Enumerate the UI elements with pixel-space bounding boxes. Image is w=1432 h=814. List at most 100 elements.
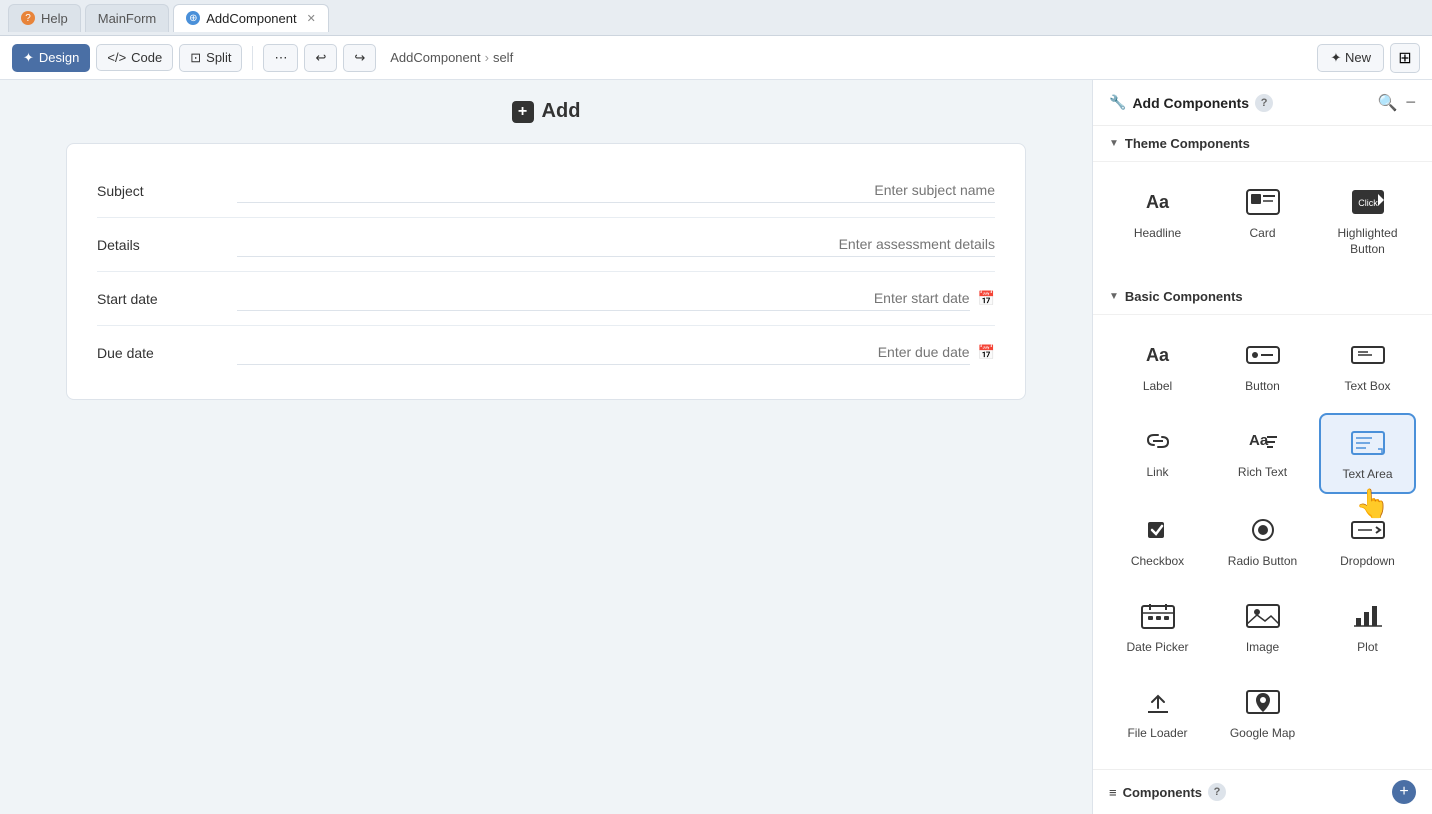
form-input[interactable]	[237, 286, 970, 311]
theme-components-section-header[interactable]: ▼ Theme Components	[1093, 126, 1432, 162]
canvas-title-text: Add	[542, 100, 581, 123]
right-panel: 🔧 Add Components ? 🔍 − ▼ Theme Component…	[1092, 80, 1432, 814]
components-panel-icon: ≡	[1109, 785, 1117, 800]
rich-text-icon: Aa	[1242, 423, 1284, 459]
add-component-button[interactable]: +	[1392, 780, 1416, 804]
form-input[interactable]	[237, 232, 995, 257]
design-button[interactable]: ✦ Design	[12, 44, 90, 72]
image-icon	[1242, 598, 1284, 634]
breadcrumb-path: self	[493, 50, 513, 65]
link-label: Link	[1146, 465, 1168, 481]
component-card[interactable]: Card	[1214, 174, 1311, 267]
design-label: Design	[39, 50, 79, 65]
form-input-wrapper: 📅	[237, 286, 995, 311]
help-tab-icon: ?	[21, 11, 35, 25]
panel-help-icon[interactable]: ?	[1255, 94, 1273, 112]
split-button[interactable]: ⊡ Split	[179, 44, 242, 72]
tab-help[interactable]: ? Help	[8, 4, 81, 32]
image-label: Image	[1246, 640, 1279, 656]
component-image[interactable]: Image	[1214, 588, 1311, 666]
layout-icon: ⊞	[1398, 48, 1411, 68]
component-google-map[interactable]: Google Map	[1214, 674, 1311, 752]
form-input[interactable]	[237, 178, 995, 203]
redo-button[interactable]: ↪	[343, 44, 376, 72]
component-date-picker[interactable]: Date Picker	[1109, 588, 1206, 666]
design-icon: ✦	[23, 50, 34, 66]
panel-content: ▼ Theme Components Aa Headline	[1093, 126, 1432, 769]
form-row: Details	[97, 218, 995, 272]
radio-button-label: Radio Button	[1228, 554, 1297, 570]
basic-components-section-header[interactable]: ▼ Basic Components	[1093, 279, 1432, 315]
basic-section-label: Basic Components	[1125, 289, 1243, 304]
google-map-icon	[1242, 684, 1284, 720]
bottom-panel-title: ≡ Components ?	[1109, 783, 1226, 801]
component-file-loader[interactable]: File Loader	[1109, 674, 1206, 752]
help-tab-label: Help	[41, 11, 68, 26]
form-row: Start date📅	[97, 272, 995, 326]
tab-mainform[interactable]: MainForm	[85, 4, 170, 32]
component-label[interactable]: Aa Label	[1109, 327, 1206, 405]
addcomponent-tab-close[interactable]: ✕	[307, 12, 316, 25]
theme-components-grid: Aa Headline Card	[1093, 162, 1432, 279]
undo-button[interactable]: ↩	[304, 44, 337, 72]
rich-text-label: Rich Text	[1238, 465, 1287, 481]
canvas: + Add SubjectDetailsStart date📅Due date📅	[0, 80, 1092, 814]
tab-addcomponent[interactable]: ⊕ AddComponent ✕	[173, 4, 329, 32]
form-label: Subject	[97, 183, 237, 199]
component-checkbox[interactable]: Checkbox	[1109, 502, 1206, 580]
card-icon	[1242, 184, 1284, 220]
calendar-icon[interactable]: 📅	[978, 290, 995, 307]
checkbox-icon	[1137, 512, 1179, 548]
form-input-wrapper	[237, 232, 995, 257]
component-text-box[interactable]: Text Box	[1319, 327, 1416, 405]
layout-button[interactable]: ⊞	[1390, 43, 1420, 73]
basic-components-grid: Aa Label Button	[1093, 315, 1432, 763]
search-icon[interactable]: 🔍	[1378, 93, 1398, 113]
file-loader-icon	[1137, 684, 1179, 720]
component-radio-button[interactable]: Radio Button	[1214, 502, 1311, 580]
dropdown-label: Dropdown	[1340, 554, 1395, 570]
components-help-icon[interactable]: ?	[1208, 783, 1226, 801]
label-icon: Aa	[1137, 337, 1179, 373]
component-dropdown[interactable]: Dropdown	[1319, 502, 1416, 580]
panel-actions: 🔍 −	[1378, 92, 1416, 113]
date-picker-icon	[1137, 598, 1179, 634]
text-box-icon	[1347, 337, 1389, 373]
form-input[interactable]	[237, 340, 970, 365]
component-plot[interactable]: Plot	[1319, 588, 1416, 666]
code-button[interactable]: </> Code	[96, 44, 173, 71]
text-box-label: Text Box	[1344, 379, 1390, 395]
breadcrumb: AddComponent › self	[390, 50, 513, 65]
component-headline[interactable]: Aa Headline	[1109, 174, 1206, 267]
panel-title: 🔧 Add Components ?	[1109, 94, 1273, 112]
form-label: Details	[97, 237, 237, 253]
component-text-area[interactable]: Text Area	[1319, 413, 1416, 495]
label-label: Label	[1143, 379, 1172, 395]
link-icon	[1137, 423, 1179, 459]
breadcrumb-arrow: ›	[485, 50, 489, 65]
component-button[interactable]: Button	[1214, 327, 1311, 405]
form-row: Due date 📅	[97, 326, 995, 379]
svg-text:Aa: Aa	[1146, 192, 1170, 212]
collapse-icon[interactable]: −	[1405, 92, 1416, 113]
components-panel-label: Components	[1123, 785, 1202, 800]
form-card: Subject Details Start date📅 Due date 📅	[66, 143, 1026, 400]
addcomponent-tab-label: AddComponent	[206, 11, 296, 26]
component-highlighted-button[interactable]: Click Highlighted Button	[1319, 174, 1416, 267]
ellipsis-button[interactable]: ⋯	[263, 44, 298, 72]
text-area-label: Text Area	[1342, 467, 1392, 483]
button-label: Button	[1245, 379, 1280, 395]
addcomponent-tab-icon: ⊕	[186, 11, 200, 25]
form-label: Due date	[97, 345, 237, 361]
headline-label: Headline	[1134, 226, 1181, 242]
new-button[interactable]: ✦ New	[1317, 44, 1384, 72]
component-link[interactable]: Link	[1109, 413, 1206, 495]
calendar-icon[interactable]: 📅	[978, 344, 995, 361]
mainform-tab-label: MainForm	[98, 11, 157, 26]
split-label: Split	[206, 50, 231, 65]
plot-icon	[1347, 598, 1389, 634]
toolbar: ✦ Design </> Code ⊡ Split ⋯ ↩ ↪ AddCompo…	[0, 36, 1432, 80]
file-loader-label: File Loader	[1127, 726, 1187, 742]
component-rich-text[interactable]: Aa Rich Text	[1214, 413, 1311, 495]
form-input-wrapper	[237, 178, 995, 203]
